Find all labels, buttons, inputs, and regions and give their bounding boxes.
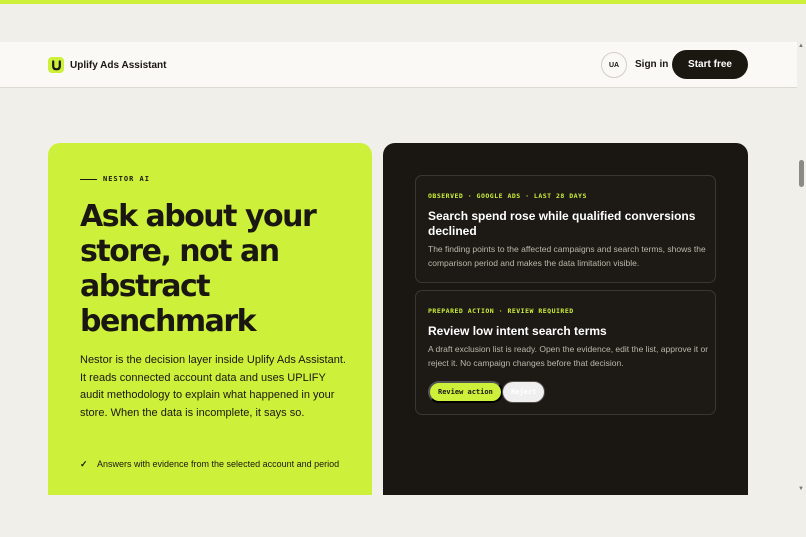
eyebrow-line bbox=[80, 178, 97, 180]
brand-name: Uplify Ads Assistant bbox=[70, 59, 167, 71]
scroll-up-icon[interactable]: ▲ bbox=[798, 43, 804, 49]
top-accent-bar bbox=[0, 0, 806, 4]
action-meta: PREPARED ACTION · REVIEW REQUIRED bbox=[428, 307, 574, 315]
eyebrow-label: NESTOR AI bbox=[103, 175, 150, 183]
finding-body: The finding points to the affected campa… bbox=[428, 244, 706, 268]
section-headline: Ask about your store, not an abstract be… bbox=[80, 199, 317, 339]
action-card: PREPARED ACTION · REVIEW REQUIRED Review… bbox=[415, 290, 716, 415]
check-icon: ✓ bbox=[80, 459, 88, 469]
action-title: Review low intent search terms bbox=[428, 324, 607, 338]
assistant-demo-panel: OBSERVED · GOOGLE ADS · LAST 28 DAYS Sea… bbox=[383, 143, 748, 495]
sign-in-link[interactable]: Sign in bbox=[635, 59, 668, 70]
scroll-down-icon[interactable]: ▼ bbox=[798, 486, 804, 492]
u-logo-icon bbox=[48, 57, 64, 73]
scroll-thumb[interactable] bbox=[799, 160, 804, 187]
finding-card[interactable]: OBSERVED · GOOGLE ADS · LAST 28 DAYS Sea… bbox=[415, 175, 716, 283]
page-scrollbar[interactable] bbox=[797, 42, 806, 497]
review-action-button[interactable]: Review action bbox=[428, 381, 503, 403]
start-free-button[interactable]: Start free bbox=[672, 50, 748, 79]
action-body: A draft exclusion list is ready. Open th… bbox=[428, 344, 709, 368]
brand-logo[interactable]: Uplify Ads Assistant bbox=[48, 57, 167, 73]
feature-text: Answers with evidence from the selected … bbox=[97, 459, 340, 469]
finding-title: Search spend rose while qualified conver… bbox=[428, 209, 696, 238]
feature-list-item: ✓ Answers with evidence from the selecte… bbox=[80, 457, 350, 471]
site-header: Uplify Ads Assistant UA Sign in Start fr… bbox=[0, 42, 797, 88]
nestor-intro-panel: NESTOR AI Ask about your store, not an a… bbox=[48, 143, 372, 495]
eyebrow: NESTOR AI bbox=[80, 175, 150, 183]
intro-paragraph: Nestor is the decision layer inside Upli… bbox=[80, 354, 346, 419]
reject-button[interactable]: Reject bbox=[502, 381, 546, 403]
finding-meta: OBSERVED · GOOGLE ADS · LAST 28 DAYS bbox=[428, 192, 587, 200]
language-switch-button[interactable]: UA bbox=[601, 52, 627, 78]
